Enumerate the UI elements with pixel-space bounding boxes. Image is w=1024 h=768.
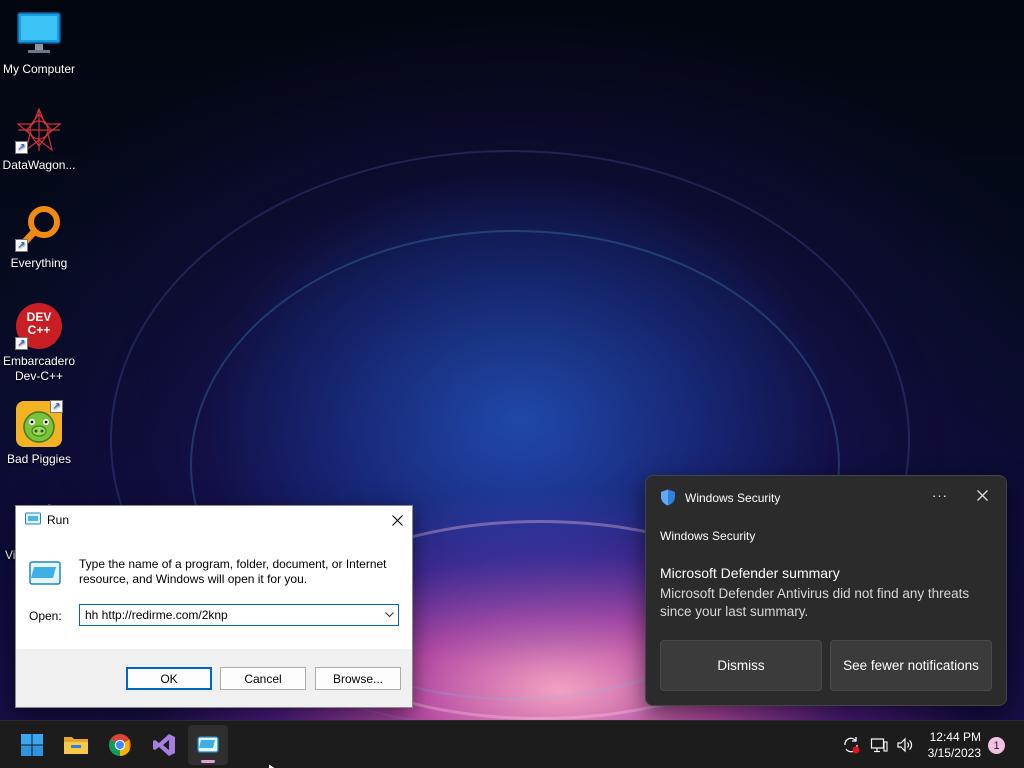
chevron-down-icon[interactable] (380, 605, 398, 625)
magnifier-icon: ↗ (15, 204, 63, 252)
system-tray (842, 721, 914, 768)
notification-count-badge[interactable]: 1 (988, 737, 1005, 754)
devcpp-icon: DEV C++ ↗ (15, 302, 63, 350)
desktop-icon-bad-piggies[interactable]: ↗ Bad Piggies (0, 400, 78, 467)
more-options-button[interactable]: ··· (932, 488, 948, 503)
desktop-icon-everything[interactable]: ↗ Everything (0, 204, 78, 271)
run-icon (197, 736, 219, 753)
start-button[interactable] (12, 725, 52, 765)
run-title: Run (47, 513, 70, 527)
security-notification[interactable]: Windows Security ··· Windows Security Mi… (645, 475, 1007, 706)
run-large-icon (29, 561, 61, 590)
run-dialog: Run Type the name of a program, folder, … (15, 505, 413, 708)
devcpp-badge-text: DEV C++ (26, 310, 52, 337)
command-input-value: hh http://redirme.com/2knp (85, 608, 228, 622)
visual-studio-button[interactable] (144, 725, 184, 765)
clock-date: 3/15/2023 (927, 746, 981, 760)
start-icon (21, 734, 43, 756)
run-icon (25, 512, 41, 529)
see-fewer-notifications-button[interactable]: See fewer notifications (830, 640, 992, 691)
run-body: Type the name of a program, folder, docu… (16, 534, 412, 649)
shield-icon (661, 489, 675, 506)
run-description: Type the name of a program, folder, docu… (79, 557, 387, 586)
close-icon (977, 490, 988, 501)
sync-icon[interactable] (842, 736, 860, 754)
command-input[interactable]: hh http://redirme.com/2knp (79, 604, 399, 626)
chrome-button[interactable] (100, 725, 140, 765)
cancel-button[interactable]: Cancel (220, 667, 306, 690)
notification-header: Windows Security (660, 489, 780, 506)
run-titlebar[interactable]: Run (16, 506, 412, 534)
ok-button[interactable]: OK (126, 667, 212, 690)
shortcut-arrow-icon: ↗ (50, 400, 63, 413)
shortcut-arrow-icon: ↗ (15, 239, 28, 252)
file-explorer-button[interactable] (56, 725, 96, 765)
close-icon (391, 514, 403, 526)
notification-header-title: Windows Security (685, 490, 781, 505)
visual-studio-icon (153, 734, 175, 756)
browse-button[interactable]: Browse... (315, 667, 401, 690)
notification-message: Microsoft Defender Antivirus did not fin… (660, 586, 970, 619)
desktop-icon-datawagon[interactable]: ↗ DataWagon... (0, 106, 78, 173)
network-icon[interactable] (870, 736, 888, 754)
volume-icon[interactable] (896, 736, 914, 754)
notification-heading: Microsoft Defender summary (660, 565, 840, 581)
close-button[interactable] (382, 506, 412, 534)
run-taskbar-button[interactable] (188, 725, 228, 765)
open-label: Open: (29, 609, 62, 623)
close-notification-button[interactable] (977, 488, 988, 506)
mouse-cursor-icon (268, 759, 278, 768)
shortcut-arrow-icon: ↗ (15, 141, 28, 154)
file-explorer-icon (64, 737, 88, 754)
taskbar: 12:44 PM 3/15/2023 1 (0, 720, 1024, 768)
bad-piggies-icon: ↗ (15, 400, 63, 448)
dismiss-button[interactable]: Dismiss (660, 640, 822, 691)
datawagon-icon: ↗ (15, 106, 63, 154)
desktop-icon-devcpp[interactable]: DEV C++ ↗ Embarcadero Dev-C++ (0, 302, 78, 384)
clock-time: 12:44 PM (929, 730, 981, 744)
clock[interactable]: 12:44 PM 3/15/2023 (928, 729, 981, 761)
monitor-icon (15, 10, 63, 58)
active-indicator (201, 760, 215, 763)
shortcut-arrow-icon: ↗ (15, 337, 28, 350)
desktop-icon-my-computer[interactable]: My Computer (0, 10, 78, 77)
chrome-icon (109, 734, 131, 756)
notification-app-name: Windows Security (660, 529, 756, 543)
